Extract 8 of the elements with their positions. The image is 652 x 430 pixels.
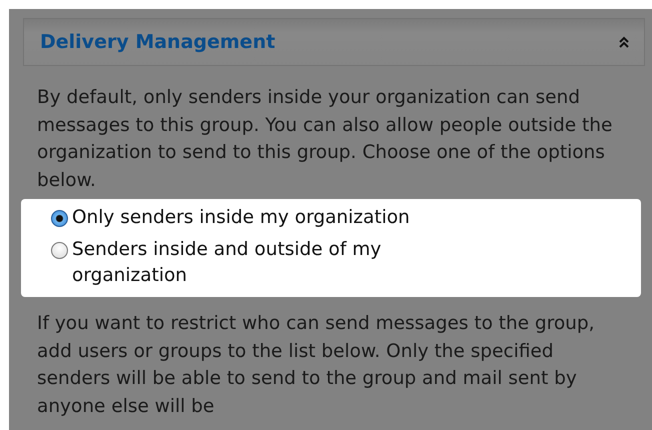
- note-text: If you want to restrict who can send messages to the group, add users or groups to the list below. Only the specified senders will be able to send to the group and mail sent by anyone else will be: [36, 312, 596, 418]
- radio-button[interactable]: [51, 242, 68, 259]
- radio-option[interactable]: Only senders inside my organization: [51, 205, 481, 231]
- collapse-icon[interactable]: [618, 36, 630, 48]
- section-title: Delivery Management: [40, 31, 276, 53]
- radio-option[interactable]: Senders inside and outside of my organization: [51, 237, 481, 289]
- radio-button[interactable]: [51, 210, 68, 227]
- intro-text: By default, only senders inside your organization can send messages to this group. You can also allow people outside the organization to send to this group. Choose one of the options below.: [36, 86, 614, 192]
